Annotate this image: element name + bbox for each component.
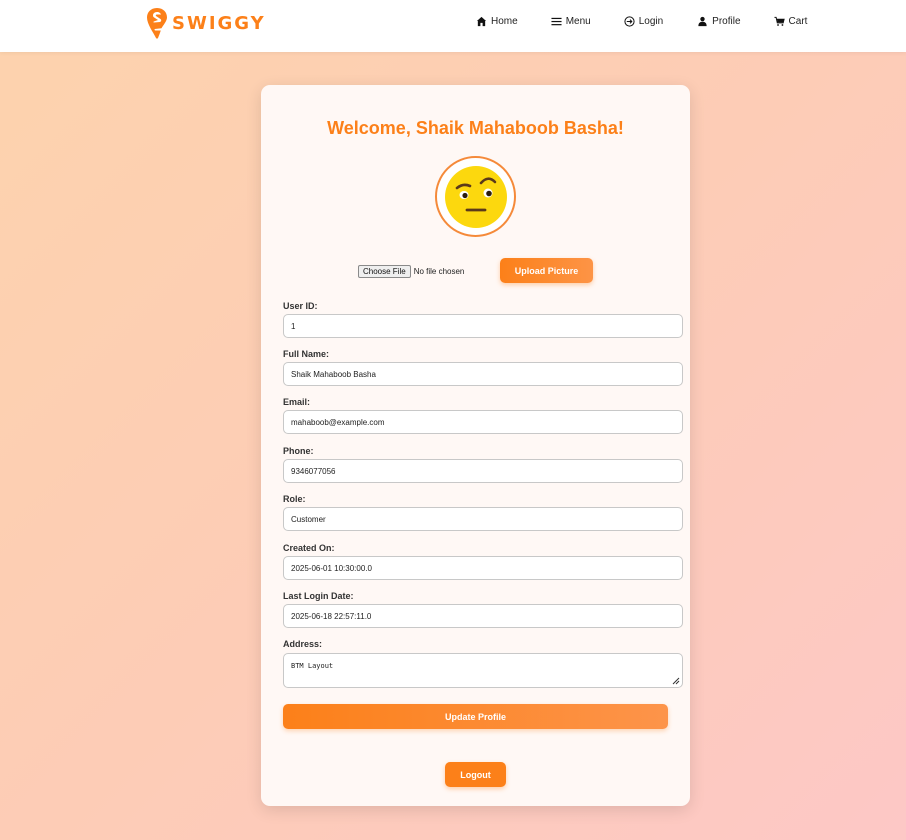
login-icon bbox=[624, 16, 635, 27]
role-label: Role: bbox=[283, 494, 306, 504]
nav-links: Home Menu Login Profile Cart bbox=[476, 16, 807, 27]
logout-button[interactable]: Logout bbox=[445, 762, 506, 787]
address-textarea[interactable]: BTM Layout bbox=[283, 653, 683, 688]
avatar bbox=[435, 156, 516, 237]
welcome-heading: Welcome, Shaik Mahaboob Basha! bbox=[327, 118, 624, 138]
user-id-field[interactable]: 1 bbox=[283, 314, 683, 338]
nav-profile-label: Profile bbox=[712, 16, 741, 27]
file-status-text: No file chosen bbox=[413, 267, 465, 276]
phone-field[interactable]: 9346077056 bbox=[283, 459, 683, 483]
full-name-field[interactable]: Shaik Mahaboob Basha bbox=[283, 362, 683, 386]
menu-icon bbox=[551, 17, 562, 26]
top-navbar: SWIGGY Home Menu Login Profile Cart bbox=[0, 0, 906, 52]
email-label: Email: bbox=[283, 397, 311, 407]
nav-home-label: Home bbox=[491, 16, 518, 27]
nav-cart-link[interactable]: Cart bbox=[773, 16, 808, 27]
update-profile-button[interactable]: Update Profile bbox=[283, 704, 668, 729]
nav-menu-link[interactable]: Menu bbox=[551, 16, 591, 27]
user-id-label: User ID: bbox=[283, 301, 318, 311]
profile-card: Welcome, Shaik Mahaboob Basha! Choose Fi… bbox=[261, 85, 690, 806]
brand-name: SWIGGY bbox=[172, 12, 266, 34]
nav-menu-label: Menu bbox=[565, 16, 591, 27]
nav-home-link[interactable]: Home bbox=[476, 16, 518, 27]
nav-profile-link[interactable]: Profile bbox=[697, 16, 741, 27]
cart-icon bbox=[773, 16, 785, 26]
phone-label: Phone: bbox=[283, 446, 314, 456]
choose-file-button[interactable]: Choose File bbox=[358, 265, 411, 278]
resize-grip-icon[interactable] bbox=[670, 675, 680, 685]
created-on-field[interactable]: 2025-06-01 10:30:00.0 bbox=[283, 556, 683, 580]
email-field[interactable]: mahaboob@example.com bbox=[283, 410, 683, 434]
file-picker: Choose File No file chosen bbox=[358, 265, 464, 278]
swiggy-logo[interactable]: SWIGGY bbox=[146, 6, 266, 40]
user-icon bbox=[698, 16, 707, 27]
address-value: BTM Layout bbox=[291, 662, 334, 670]
swiggy-logo-icon bbox=[147, 8, 167, 39]
last-login-label: Last Login Date: bbox=[283, 591, 354, 601]
address-label: Address: bbox=[283, 639, 323, 649]
role-field[interactable]: Customer bbox=[283, 507, 683, 531]
nav-cart-label: Cart bbox=[788, 16, 808, 27]
upload-picture-button[interactable]: Upload Picture bbox=[500, 258, 593, 283]
last-login-field[interactable]: 2025-06-18 22:57:11.0 bbox=[283, 604, 683, 628]
created-on-label: Created On: bbox=[283, 543, 335, 553]
full-name-label: Full Name: bbox=[283, 349, 330, 359]
nav-login-link[interactable]: Login bbox=[624, 16, 663, 27]
home-icon bbox=[476, 16, 487, 27]
raised-eyebrow-emoji-icon bbox=[444, 165, 507, 228]
nav-login-label: Login bbox=[638, 16, 664, 27]
